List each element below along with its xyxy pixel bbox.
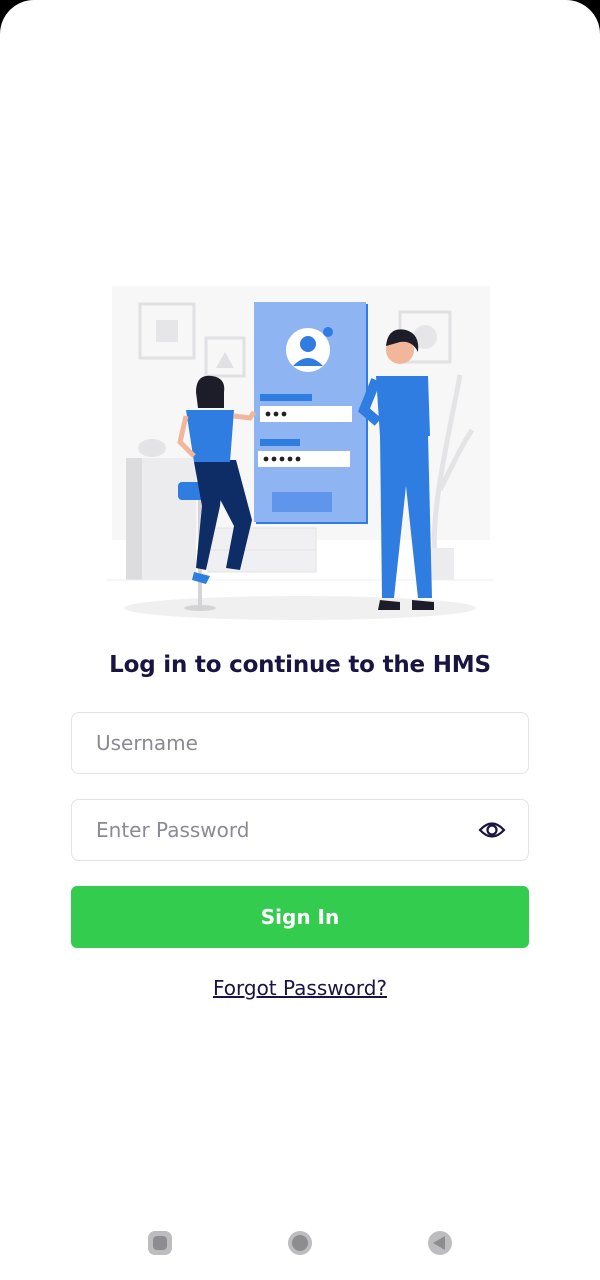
password-field[interactable]: [71, 799, 529, 861]
username-input[interactable]: [96, 713, 476, 773]
square-icon[interactable]: [147, 1230, 173, 1256]
login-screen: Log in to continue to the HMS Sign In Fo…: [0, 0, 600, 1280]
login-illustration: [106, 286, 494, 620]
password-input[interactable]: [96, 800, 476, 860]
page-title: Log in to continue to the HMS: [109, 652, 491, 678]
triangle-back-icon[interactable]: [427, 1230, 453, 1256]
username-field[interactable]: [71, 712, 529, 774]
forgot-password-link[interactable]: Forgot Password?: [0, 976, 600, 1000]
sign-in-button[interactable]: Sign In: [71, 886, 529, 948]
eye-icon[interactable]: [478, 818, 506, 842]
circle-icon[interactable]: [287, 1230, 313, 1256]
